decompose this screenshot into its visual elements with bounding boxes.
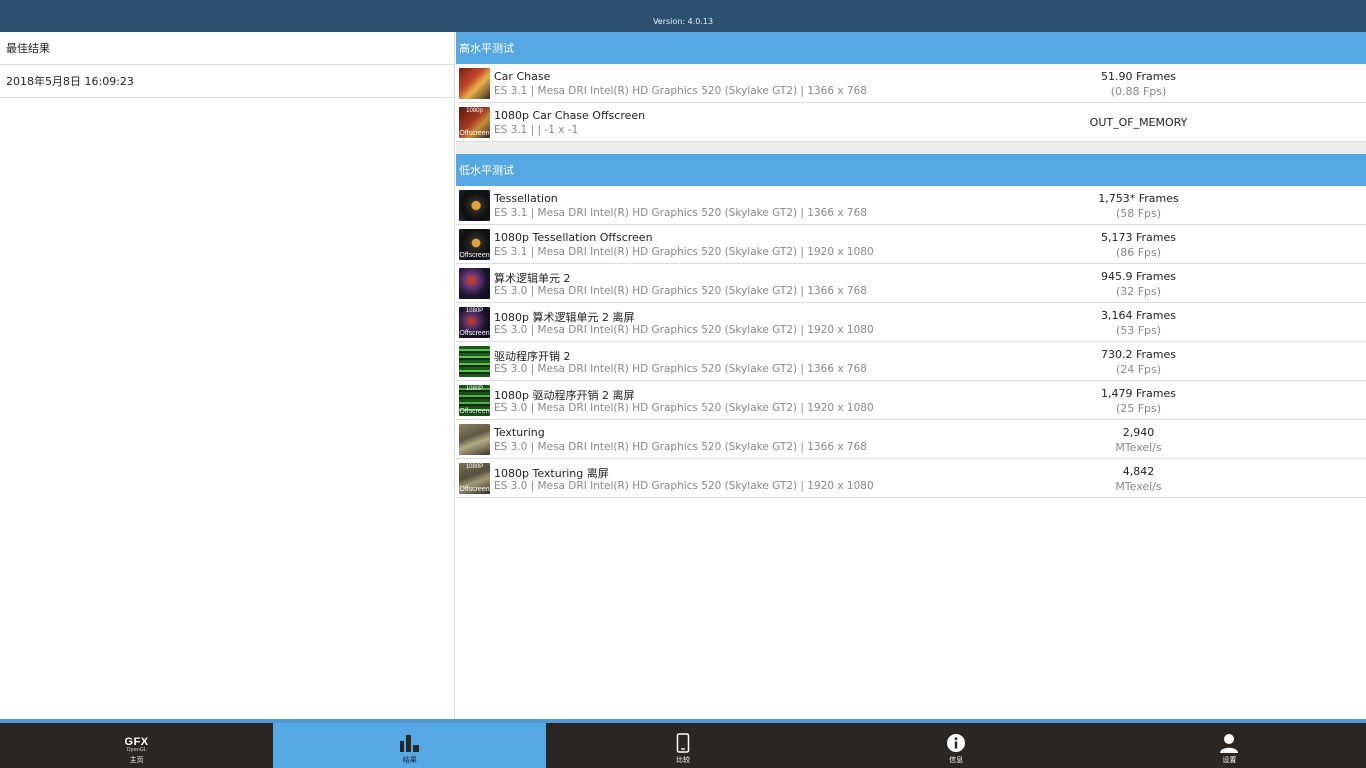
texturing-offscreen-thumbnail: 1080P Offscreen xyxy=(459,463,490,494)
test-details: ES 3.0 | Mesa DRI Intel(R) HD Graphics 5… xyxy=(494,324,874,336)
nav-label-compare: 比较 xyxy=(675,756,690,764)
info-icon xyxy=(947,734,966,752)
test-score: OUT_OF_MEMORY xyxy=(1089,116,1188,129)
test-name: 1080p 驱动程序开销 2 离屏 xyxy=(494,389,635,402)
test-details: ES 3.0 | Mesa DRI Intel(R) HD Graphics 5… xyxy=(494,402,874,414)
test-row-texturing[interactable]: Texturing ES 3.0 | Mesa DRI Intel(R) HD … xyxy=(456,420,1366,459)
test-name: Tessellation xyxy=(494,192,558,205)
test-row-alu2[interactable]: 算术逻辑单元 2 ES 3.0 | Mesa DRI Intel(R) HD G… xyxy=(456,264,1366,303)
test-score: 5,173 Frames xyxy=(1101,231,1176,244)
section-gap xyxy=(456,142,1366,154)
result-date-item[interactable]: 2018年5月8日 16:09:23 xyxy=(0,65,454,98)
test-row-driver-overhead2-offscreen[interactable]: 1080P Offscreen 1080p 驱动程序开销 2 离屏 ES 3.0… xyxy=(456,381,1366,420)
test-unit: MTexel/s xyxy=(1115,441,1162,454)
thumbnail-caption: Offscreen xyxy=(459,252,490,259)
test-details: ES 3.0 | Mesa DRI Intel(R) HD Graphics 5… xyxy=(494,480,874,492)
thumbnail-caption: Offscreen xyxy=(459,330,490,337)
nav-tab-settings[interactable]: 设置 xyxy=(1093,723,1366,768)
nav-tab-info[interactable]: 信息 xyxy=(820,723,1093,768)
test-details: ES 3.1 | Mesa DRI Intel(R) HD Graphics 5… xyxy=(494,246,874,258)
left-panel: 最佳结果 2018年5月8日 16:09:23 xyxy=(0,32,455,719)
car-chase-offscreen-thumbnail: 1080p Offscreen xyxy=(459,107,490,138)
test-score: 3,164 Frames xyxy=(1101,309,1176,322)
test-fps: (0.88 Fps) xyxy=(1110,85,1167,98)
test-details: ES 3.1 | | -1 x -1 xyxy=(494,124,579,136)
test-unit: MTexel/s xyxy=(1115,480,1162,493)
test-details: ES 3.1 | Mesa DRI Intel(R) HD Graphics 5… xyxy=(494,207,867,219)
bar-chart-icon xyxy=(399,735,419,752)
test-details: ES 3.1 | Mesa DRI Intel(R) HD Graphics 5… xyxy=(494,85,867,97)
test-row-car-chase[interactable]: Car Chase ES 3.1 | Mesa DRI Intel(R) HD … xyxy=(456,64,1366,103)
test-score: 51.90 Frames xyxy=(1101,70,1176,83)
user-icon xyxy=(1220,734,1239,753)
section-header-high-level: 高水平测试 xyxy=(456,32,1366,64)
best-results-heading: 最佳结果 xyxy=(0,32,454,65)
driver-overhead2-offscreen-thumbnail: 1080P Offscreen xyxy=(459,385,490,416)
test-row-tessellation-offscreen[interactable]: Offscreen 1080p Tessellation Offscreen E… xyxy=(456,225,1366,264)
test-details: ES 3.0 | Mesa DRI Intel(R) HD Graphics 5… xyxy=(494,363,867,375)
version-label: Version: 4.0.13 xyxy=(652,17,714,26)
bottom-nav: GFX OpenGL 主页 结果 比较 信息 设置 xyxy=(0,719,1366,768)
thumbnail-badge: 1080P xyxy=(465,464,484,470)
test-name: 驱动程序开销 2 xyxy=(494,350,571,363)
thumbnail-badge: 1080P xyxy=(465,308,484,314)
nav-tab-results[interactable]: 结果 xyxy=(273,723,547,768)
driver-overhead2-thumbnail xyxy=(459,346,490,377)
nav-label-settings: 设置 xyxy=(1222,756,1237,764)
section-header-low-level: 低水平测试 xyxy=(456,154,1366,186)
car-chase-thumbnail xyxy=(459,68,490,99)
test-score: 945.9 Frames xyxy=(1101,270,1176,283)
thumbnail-badge: 1080p xyxy=(466,108,483,114)
tessellation-thumbnail xyxy=(459,190,490,221)
test-name: Car Chase xyxy=(494,70,551,83)
thumbnail-badge: 1080P xyxy=(465,386,484,392)
gfx-logo-subtext: OpenGL xyxy=(126,747,147,753)
thumbnail-caption: Offscreen xyxy=(459,486,490,493)
top-bar: Version: 4.0.13 xyxy=(0,0,1366,32)
test-details: ES 3.0 | Mesa DRI Intel(R) HD Graphics 5… xyxy=(494,441,867,453)
test-score: 4,842 xyxy=(1122,465,1155,478)
test-fps: (86 Fps) xyxy=(1115,246,1162,259)
test-row-tessellation[interactable]: Tessellation ES 3.1 | Mesa DRI Intel(R) … xyxy=(456,186,1366,225)
nav-tab-home[interactable]: GFX OpenGL 主页 xyxy=(0,723,273,768)
thumbnail-caption: Offscreen xyxy=(459,130,490,137)
test-score: 1,753* Frames xyxy=(1098,192,1179,205)
results-panel: 高水平测试 Car Chase ES 3.1 | Mesa DRI Intel(… xyxy=(456,32,1366,719)
test-name: 1080p Tessellation Offscreen xyxy=(494,231,653,244)
test-row-car-chase-offscreen[interactable]: 1080p Offscreen 1080p Car Chase Offscree… xyxy=(456,103,1366,142)
tessellation-offscreen-thumbnail: Offscreen xyxy=(459,229,490,260)
test-name: 1080p Texturing 离屏 xyxy=(494,467,609,480)
test-name: 1080p 算术逻辑单元 2 离屏 xyxy=(494,311,635,324)
test-score: 2,940 xyxy=(1122,426,1155,439)
test-fps: (53 Fps) xyxy=(1115,324,1162,337)
nav-tab-compare[interactable]: 比较 xyxy=(546,723,819,768)
test-fps: (24 Fps) xyxy=(1115,363,1162,376)
test-details: ES 3.0 | Mesa DRI Intel(R) HD Graphics 5… xyxy=(494,285,867,297)
thumbnail-caption: Offscreen xyxy=(459,408,490,415)
test-fps: (58 Fps) xyxy=(1115,207,1162,220)
test-row-texturing-offscreen[interactable]: 1080P Offscreen 1080p Texturing 离屏 ES 3.… xyxy=(456,459,1366,498)
test-fps: (32 Fps) xyxy=(1115,285,1162,298)
test-score: 730.2 Frames xyxy=(1101,348,1176,361)
gfx-logo-icon: GFX OpenGL xyxy=(125,737,149,753)
test-score: 1,479 Frames xyxy=(1101,387,1176,400)
test-name: 算术逻辑单元 2 xyxy=(494,272,571,285)
alu2-offscreen-thumbnail: 1080P Offscreen xyxy=(459,307,490,338)
texturing-thumbnail xyxy=(459,424,490,455)
test-fps: (25 Fps) xyxy=(1115,402,1162,415)
nav-label-info: 信息 xyxy=(949,756,964,764)
test-row-driver-overhead2[interactable]: 驱动程序开销 2 ES 3.0 | Mesa DRI Intel(R) HD G… xyxy=(456,342,1366,381)
test-name: Texturing xyxy=(494,426,545,439)
alu2-thumbnail xyxy=(459,268,490,299)
phone-icon xyxy=(676,733,690,753)
nav-label-home: 主页 xyxy=(129,756,144,764)
nav-label-results: 结果 xyxy=(402,756,417,764)
test-row-alu2-offscreen[interactable]: 1080P Offscreen 1080p 算术逻辑单元 2 离屏 ES 3.0… xyxy=(456,303,1366,342)
test-name: 1080p Car Chase Offscreen xyxy=(494,109,646,122)
